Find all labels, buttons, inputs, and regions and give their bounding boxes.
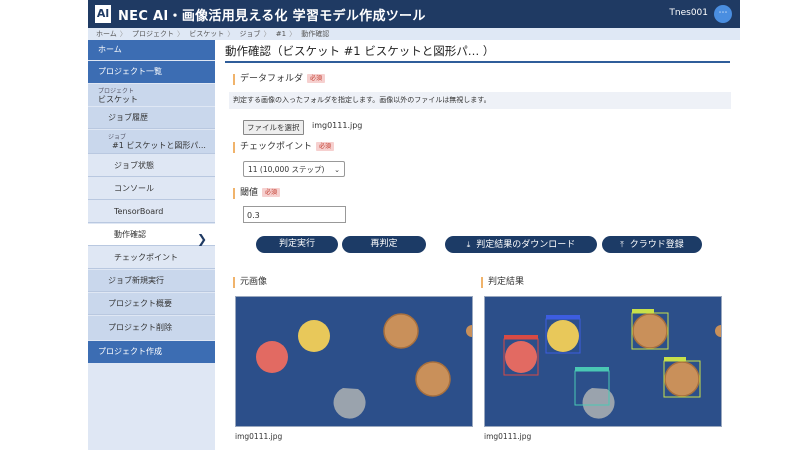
sidebar-item-label: ジョブ状態 <box>114 161 154 170</box>
threshold-input[interactable]: 0.3 <box>243 206 346 223</box>
cloud-register-button[interactable]: ⤒ クラウド登録 <box>602 236 702 253</box>
sidebar-item-label: プロジェクト削除 <box>108 323 172 332</box>
sidebar-item-tensorboard[interactable]: TensorBoard <box>88 201 215 223</box>
top-bar: Al NEC AI・画像活用見える化 学習モデル作成ツール Tnes001 ⋯ <box>88 0 740 28</box>
sidebar-item-checkpoint[interactable]: チェックポイント <box>88 247 215 269</box>
data-folder-label: データフォルダ 必須 <box>233 74 326 85</box>
rerun-button-label: 再判定 <box>370 239 398 249</box>
sidebar-item-label: チェックポイント <box>114 253 178 262</box>
sidebar-item-label: コンソール <box>114 184 154 193</box>
original-image-caption: img0111.jpg <box>235 432 283 441</box>
original-image <box>235 296 473 427</box>
checkpoint-label: チェックポイント 必須 <box>233 142 335 153</box>
chevron-down-icon: ⌄ <box>334 166 340 174</box>
breadcrumb-current: 動作確認 <box>301 30 330 38</box>
run-button[interactable]: 判定実行 <box>256 236 338 253</box>
checkpoint-text: チェックポイント <box>240 142 313 152</box>
sidebar-item-project-overview[interactable]: プロジェクト概要 <box>88 293 215 315</box>
checkpoint-select[interactable]: 11 (10,000 ステップ) ⌄ <box>243 161 345 177</box>
sidebar-item-job[interactable]: ジョブ #1 ビスケットと図形パ... <box>88 130 215 154</box>
result-image-text: 判定結果 <box>488 277 525 287</box>
breadcrumb-job[interactable]: ジョブ <box>240 30 261 38</box>
data-folder-text: データフォルダ <box>240 74 304 84</box>
upload-icon: ⤒ <box>620 240 624 249</box>
sidebar-item-project-create[interactable]: プロジェクト作成 <box>88 341 215 363</box>
breadcrumb-job-number[interactable]: #1 <box>276 30 286 38</box>
rerun-button[interactable]: 再判定 <box>342 236 426 253</box>
sidebar-item-label: プロジェクト作成 <box>98 347 162 356</box>
download-results-button[interactable]: ⤓ 判定結果のダウンロード <box>445 236 597 253</box>
breadcrumb-project[interactable]: プロジェクト <box>132 30 174 38</box>
page-title: 動作確認（ビスケット #1 ビスケットと図形パ… ） <box>225 44 495 58</box>
sidebar-item-job-status[interactable]: ジョブ状態 <box>88 155 215 177</box>
selected-file-name: img0111.jpg <box>312 121 363 130</box>
sidebar-item-label: ホーム <box>98 45 122 54</box>
sidebar-item-label: ジョブ新規実行 <box>108 276 164 285</box>
sidebar: ホーム プロジェクト一覧 プロジェクト ビスケット ジョブ履歴 ジョブ #1 ビ… <box>88 40 215 450</box>
data-folder-hint: 判定する画像の入ったフォルダを指定します。画像以外のファイルは無視します。 <box>229 92 731 109</box>
sidebar-item-label: プロジェクト概要 <box>108 299 172 308</box>
required-badge: 必須 <box>262 188 281 197</box>
result-image <box>484 296 722 427</box>
sidebar-item-label: プロジェクト一覧 <box>98 67 162 76</box>
result-image-label: 判定結果 <box>481 277 524 288</box>
sidebar-item-project[interactable]: プロジェクト ビスケット <box>88 84 215 106</box>
job-caption: ジョブ <box>108 134 127 141</box>
breadcrumb-home[interactable]: ホーム <box>96 30 117 38</box>
threshold-label: 閾値 必須 <box>233 188 281 199</box>
user-menu-icon[interactable]: ⋯ <box>714 5 732 23</box>
file-select-button[interactable]: ファイルを選択 <box>243 120 304 135</box>
sidebar-item-label: ジョブ履歴 <box>108 113 148 122</box>
download-icon: ⤓ <box>466 240 471 249</box>
breadcrumb: ホーム〉 プロジェクト〉 ビスケット〉 ジョブ〉 #1 〉 動作確認 <box>88 28 740 40</box>
original-image-graphic <box>236 297 472 426</box>
result-image-caption: img0111.jpg <box>484 432 532 441</box>
sidebar-item-label: TensorBoard <box>114 207 164 216</box>
title-divider <box>225 61 730 63</box>
project-caption: プロジェクト <box>98 88 135 95</box>
app-title: NEC AI・画像活用見える化 学習モデル作成ツール <box>118 9 426 24</box>
run-button-label: 判定実行 <box>278 239 315 249</box>
app-logo: Al <box>95 5 111 23</box>
result-image-graphic <box>485 297 721 426</box>
required-badge: 必須 <box>307 74 326 83</box>
threshold-text: 閾値 <box>240 188 259 198</box>
job-name: #1 ビスケットと図形パ... <box>112 141 206 150</box>
checkpoint-value: 11 (10,000 ステップ) <box>248 165 325 174</box>
sidebar-item-home[interactable]: ホーム <box>88 40 215 60</box>
app-window: Al NEC AI・画像活用見える化 学習モデル作成ツール Tnes001 ⋯ … <box>88 0 740 450</box>
main-panel: 動作確認（ビスケット #1 ビスケットと図形パ… ） データフォルダ 必須 判定す… <box>215 40 740 450</box>
download-button-label: 判定結果のダウンロード <box>476 240 576 250</box>
project-name: ビスケット <box>98 95 138 104</box>
user-name[interactable]: Tnes001 <box>669 8 708 18</box>
sidebar-item-label: 動作確認 <box>114 230 146 239</box>
sidebar-item-verify[interactable]: 動作確認 ❯ <box>88 224 215 246</box>
sidebar-item-job-history[interactable]: ジョブ履歴 <box>88 107 215 129</box>
original-image-label: 元画像 <box>233 277 267 288</box>
sidebar-item-project-list[interactable]: プロジェクト一覧 <box>88 61 215 83</box>
cloud-button-label: クラウド登録 <box>629 240 684 250</box>
sidebar-item-project-delete[interactable]: プロジェクト削除 <box>88 316 215 340</box>
breadcrumb-biscuit[interactable]: ビスケット <box>189 30 224 38</box>
sidebar-item-console[interactable]: コンソール <box>88 178 215 200</box>
original-image-text: 元画像 <box>240 277 268 287</box>
required-badge: 必須 <box>316 142 335 151</box>
sidebar-item-new-job[interactable]: ジョブ新規実行 <box>88 270 215 292</box>
